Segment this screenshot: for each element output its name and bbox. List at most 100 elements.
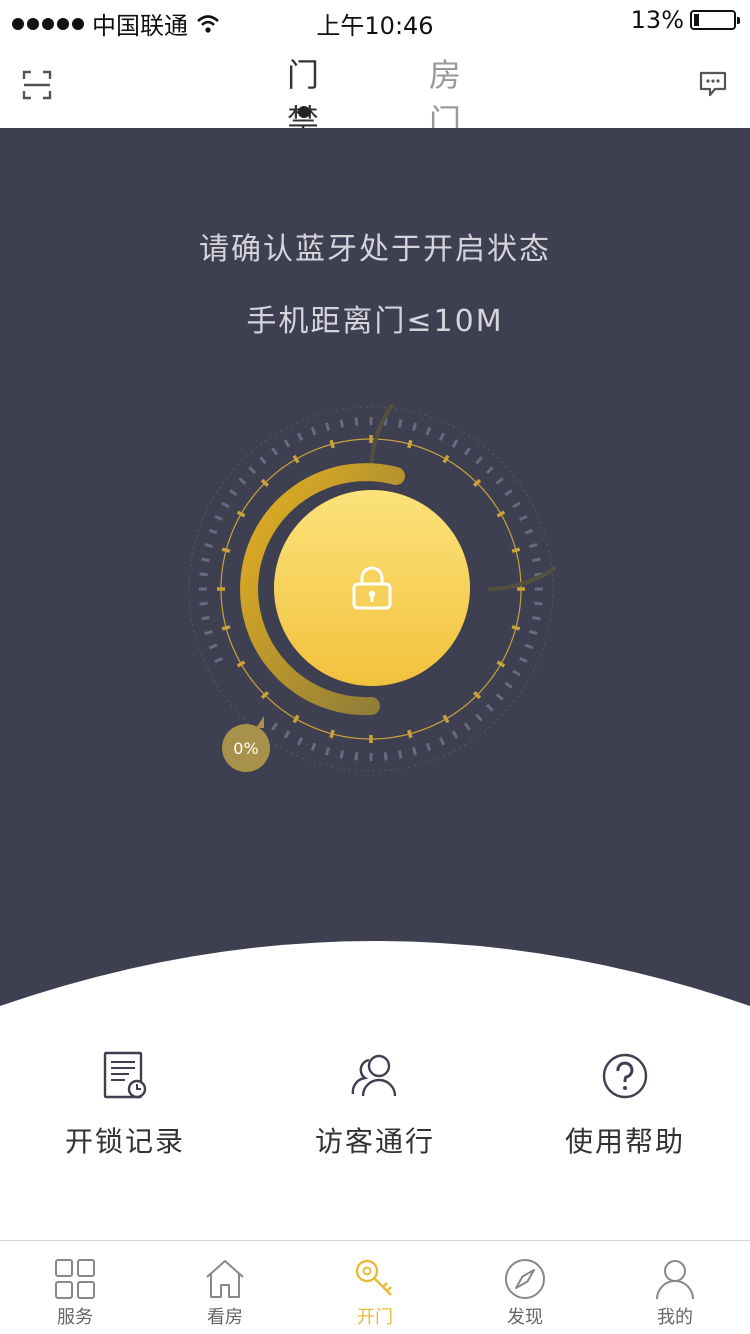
dial-tick	[271, 447, 279, 456]
help-button[interactable]: 使用帮助	[500, 1040, 750, 1160]
visitors-button[interactable]: 访客通行	[250, 1040, 500, 1160]
dial-tick	[354, 752, 359, 761]
dial-tick	[199, 572, 208, 577]
dial-tick	[519, 656, 528, 664]
tabbar-label: 服务	[57, 1307, 93, 1328]
dial-mark	[407, 439, 413, 449]
dial-tick	[339, 750, 344, 759]
dial-tick	[485, 703, 494, 712]
dial-tick	[283, 439, 291, 448]
dial-tick	[438, 737, 446, 746]
status-bar: 中国联通 上午10:46 13%	[0, 0, 750, 40]
dial-mark	[511, 625, 521, 631]
quick-actions: 开锁记录 访客通行 使用帮助	[0, 1040, 750, 1160]
dial-tick	[519, 514, 528, 522]
dial-tick	[475, 456, 483, 465]
dial-tick	[339, 419, 344, 428]
dial-mark	[236, 510, 246, 518]
dial-tick	[475, 713, 483, 722]
dial-tick	[204, 629, 213, 635]
action-label: 开锁记录	[64, 1125, 185, 1158]
dial-tick	[296, 432, 304, 441]
panel-curve	[0, 941, 750, 1028]
dial-mark	[236, 660, 246, 668]
dial-tick	[495, 693, 504, 701]
dial-tick	[201, 557, 210, 562]
tabbar-label: 发现	[507, 1307, 543, 1328]
dial-tick	[425, 426, 432, 436]
dial-tick	[296, 737, 304, 746]
compass-icon	[505, 1259, 545, 1299]
dial-tick	[325, 422, 331, 431]
dial-mark	[329, 439, 335, 449]
visitors-icon	[351, 1054, 397, 1097]
dial-tick	[512, 501, 521, 509]
dial-mark	[442, 714, 450, 724]
dial-mark	[511, 547, 521, 553]
dial-mark	[496, 510, 506, 518]
dial-tick	[463, 722, 471, 731]
dial-tick	[208, 528, 218, 535]
unlock-button[interactable]	[274, 490, 470, 686]
dial-tick	[451, 730, 459, 739]
tabbar-item-discover[interactable]: 发现	[450, 1241, 600, 1334]
dial-mark	[292, 714, 300, 724]
dial-mark	[442, 454, 450, 464]
dial-tick	[398, 419, 403, 428]
dial-tick	[529, 543, 538, 549]
unlock-record-button[interactable]: 开锁记录	[0, 1040, 250, 1160]
lock-icon	[352, 566, 392, 610]
active-tab-dot	[298, 106, 310, 118]
dial-tick	[485, 466, 494, 475]
dial-tick	[495, 477, 504, 485]
action-label: 使用帮助	[564, 1125, 685, 1158]
dial-tick	[238, 477, 247, 485]
dial-tick	[534, 601, 543, 606]
dial-tick	[310, 426, 317, 436]
dial-tick	[259, 456, 267, 465]
progress-label: 0%	[233, 738, 259, 758]
nav-bar: 门禁 房门	[0, 40, 750, 140]
dial-tick	[504, 681, 513, 689]
dial-tick	[248, 466, 257, 475]
dial-tick	[451, 439, 459, 448]
dial-tick	[438, 432, 446, 441]
dial-tick	[529, 629, 538, 635]
dial-tick	[411, 422, 417, 431]
battery-fill	[694, 14, 699, 26]
dial-tick	[532, 616, 541, 621]
dial-mark	[407, 729, 413, 739]
house-icon	[206, 1260, 244, 1298]
unlock-panel: 请确认蓝牙处于开启状态 手机距离门≤10M 0%	[0, 128, 750, 1028]
status-right: 13%	[630, 6, 740, 34]
dial-mark	[221, 625, 231, 631]
tabbar-item-open-door[interactable]: 开门	[300, 1241, 450, 1334]
dial-tick	[199, 601, 208, 606]
dial-tick	[425, 742, 432, 752]
user-icon	[656, 1260, 694, 1300]
tabbar-item-service[interactable]: 服务	[0, 1241, 150, 1334]
dial-tick	[532, 557, 541, 562]
bluetooth-tip: 请确认蓝牙处于开启状态	[199, 232, 551, 267]
dial-tick	[310, 742, 317, 752]
key-icon	[355, 1259, 392, 1296]
message-icon[interactable]	[698, 70, 728, 98]
dial-tick	[204, 543, 213, 549]
dial-tick	[221, 501, 230, 509]
battery-percent: 13%	[630, 6, 684, 34]
progress-badge: 0%	[222, 716, 270, 772]
dial-tick	[214, 656, 223, 664]
dial-mark	[292, 454, 300, 464]
dial-tick	[411, 747, 417, 756]
dial-tick	[463, 447, 471, 456]
dial-tick	[271, 722, 279, 731]
dial-tick	[524, 528, 534, 535]
tabbar-item-viewing[interactable]: 看房	[150, 1241, 300, 1334]
dial-tick	[383, 752, 388, 761]
tabbar-item-mine[interactable]: 我的	[600, 1241, 750, 1334]
action-label: 访客通行	[314, 1125, 435, 1158]
tabbar-label: 看房	[207, 1307, 243, 1328]
unlock-record-icon	[103, 1051, 147, 1099]
bottom-tab-bar: 服务 看房 开门 发现 我的	[0, 1240, 750, 1334]
help-icon	[602, 1053, 648, 1099]
